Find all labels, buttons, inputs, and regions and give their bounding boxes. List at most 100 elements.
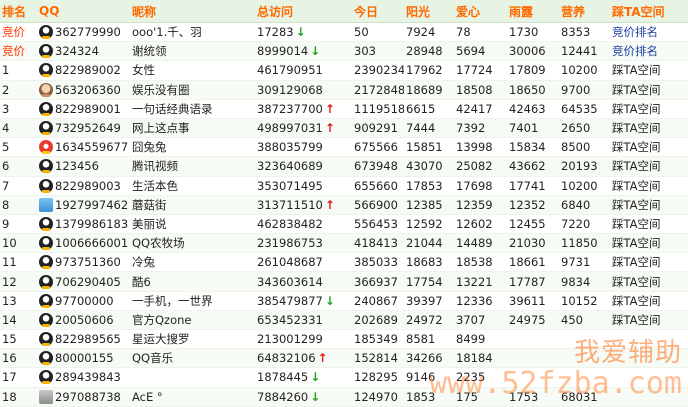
qq-cell[interactable]: 1634559677: [37, 137, 130, 158]
qq-cell[interactable]: 362779990: [37, 22, 130, 43]
visit-space-link[interactable]: [610, 348, 688, 369]
qq-cell[interactable]: 20050606: [37, 310, 130, 331]
rain-cell: [507, 348, 559, 369]
bid-ranking-link[interactable]: 竞价排名: [610, 41, 688, 62]
nickname-cell[interactable]: 美丽说: [130, 214, 255, 235]
nickname-cell[interactable]: 一句话经典语录: [130, 99, 255, 119]
nickname-cell[interactable]: 酷6: [130, 271, 255, 292]
visit-space-link[interactable]: 踩TA空间: [610, 60, 688, 81]
rain-cell: 18650: [507, 80, 559, 100]
qq-cell[interactable]: 822989003: [37, 176, 130, 196]
qq-cell[interactable]: 706290405: [37, 271, 130, 292]
nickname-cell[interactable]: 蘑菇街: [130, 195, 255, 215]
qq-number[interactable]: 822989001: [55, 102, 121, 116]
rain-cell: 39611: [507, 291, 559, 311]
nickname-cell[interactable]: 女性: [130, 60, 255, 81]
table-row: 2 563206360 娱乐没有圈 309129068 2172848 18689 1850…: [0, 80, 688, 100]
qq-number[interactable]: 289439843: [55, 370, 121, 384]
qq-number[interactable]: 123456: [55, 159, 99, 173]
visit-space-link[interactable]: 踩TA空间: [610, 310, 688, 331]
nickname-cell[interactable]: 一手机，一世界: [130, 291, 255, 311]
visit-space-link[interactable]: 踩TA空间: [610, 137, 688, 158]
total-visits-cell: 64832106 ↑: [255, 348, 352, 369]
qq-cell[interactable]: 563206360: [37, 80, 130, 100]
qq-number[interactable]: 1927997462: [55, 198, 128, 212]
rank-cell: 8: [0, 195, 37, 215]
visit-space-link[interactable]: 踩TA空间: [610, 214, 688, 235]
nickname-cell[interactable]: [130, 367, 255, 388]
nickname-cell[interactable]: AcE °: [130, 387, 255, 407]
header-nickname: 昵称: [130, 0, 255, 23]
visit-space-link[interactable]: [610, 329, 688, 350]
qq-number[interactable]: 1379986183: [55, 217, 128, 231]
qq-number[interactable]: 1634559677: [55, 140, 128, 154]
qq-number[interactable]: 1006666001: [55, 236, 128, 250]
total-visits-cell: 387237700 ↑: [255, 99, 352, 119]
visit-space-link[interactable]: 踩TA空间: [610, 176, 688, 196]
visit-space-link[interactable]: 踩TA空间: [610, 195, 688, 215]
qq-cell[interactable]: 822989565: [37, 329, 130, 350]
qq-number[interactable]: 706290405: [55, 275, 121, 289]
qq-number[interactable]: 822989565: [55, 332, 121, 346]
rank-cell: 3: [0, 99, 37, 119]
qq-number[interactable]: 732952649: [55, 121, 121, 135]
nickname-cell[interactable]: 网上这点事: [130, 118, 255, 139]
table-row: 9 1379986183 美丽说 462838482 556453 12592 12602 1…: [0, 214, 688, 235]
qq-number[interactable]: 20050606: [55, 313, 114, 327]
nickname-cell[interactable]: 冷兔: [130, 252, 255, 273]
visit-space-link[interactable]: 踩TA空间: [610, 80, 688, 100]
sunshine-cell: 12592: [404, 214, 454, 235]
qq-cell[interactable]: 822989001: [37, 99, 130, 119]
qq-number[interactable]: 97700000: [55, 294, 114, 308]
nickname-cell[interactable]: 腾讯视频: [130, 156, 255, 177]
bid-ranking-link[interactable]: 竞价排名: [610, 22, 688, 43]
qq-cell[interactable]: 289439843: [37, 367, 130, 388]
qq-number[interactable]: 80000155: [55, 351, 114, 365]
trend-up-icon: ↑: [317, 351, 328, 366]
qq-cell[interactable]: 973751360: [37, 252, 130, 273]
nickname-cell[interactable]: 囧兔兔: [130, 137, 255, 158]
visit-space-link[interactable]: [610, 387, 688, 407]
rank-cell: 10: [0, 233, 37, 254]
qq-cell[interactable]: 1006666001: [37, 233, 130, 254]
qq-cell[interactable]: 123456: [37, 156, 130, 177]
avatar-icon: [39, 121, 53, 136]
qq-cell[interactable]: 732952649: [37, 118, 130, 139]
nickname-cell[interactable]: QQ音乐: [130, 348, 255, 369]
nickname-cell[interactable]: 谢统领: [130, 41, 255, 62]
visit-space-link[interactable]: 踩TA空间: [610, 233, 688, 254]
qq-number[interactable]: 324324: [55, 44, 99, 58]
qq-cell[interactable]: 1927997462: [37, 195, 130, 215]
love-cell: 42417: [454, 99, 507, 119]
table-row: 6 123456 腾讯视频 323640689 673948 43070 25082 4366…: [0, 156, 688, 177]
today-cell: 2390234: [352, 60, 404, 81]
visit-space-link[interactable]: 踩TA空间: [610, 291, 688, 311]
qq-number[interactable]: 362779990: [55, 25, 121, 39]
visit-space-link[interactable]: 踩TA空间: [610, 252, 688, 273]
qq-number[interactable]: 822989002: [55, 63, 121, 77]
rank-cell: 11: [0, 252, 37, 273]
visit-space-link[interactable]: 踩TA空间: [610, 271, 688, 292]
nickname-cell[interactable]: 生活本色: [130, 176, 255, 196]
visit-space-link[interactable]: 踩TA空间: [610, 156, 688, 177]
qq-number[interactable]: 563206360: [55, 83, 121, 97]
table-row: 14 20050606 官方Qzone 653452331 202689 24972 370…: [0, 310, 688, 331]
qq-cell[interactable]: 1379986183: [37, 214, 130, 235]
qq-cell[interactable]: 97700000: [37, 291, 130, 311]
nickname-cell[interactable]: 星运大搜罗: [130, 329, 255, 350]
visit-space-link[interactable]: 踩TA空间: [610, 118, 688, 139]
qq-number[interactable]: 973751360: [55, 255, 121, 269]
qq-cell[interactable]: 80000155: [37, 348, 130, 369]
qq-cell[interactable]: 297088738: [37, 387, 130, 407]
nickname-cell[interactable]: ooo'1.千、羽: [130, 22, 255, 43]
qq-number[interactable]: 822989003: [55, 179, 121, 193]
qq-cell[interactable]: 324324: [37, 41, 130, 62]
visit-space-link[interactable]: 踩TA空间: [610, 99, 688, 119]
visit-space-link[interactable]: [610, 367, 688, 388]
table-row: 1 822989002 女性 461790951 2390234 17962 17724 17…: [0, 60, 688, 81]
total-visits-value: 653452331: [257, 312, 323, 327]
nickname-cell[interactable]: QQ农牧场: [130, 233, 255, 254]
nickname-cell[interactable]: 娱乐没有圈: [130, 80, 255, 100]
nickname-cell[interactable]: 官方Qzone: [130, 310, 255, 331]
qq-cell[interactable]: 822989002: [37, 60, 130, 81]
